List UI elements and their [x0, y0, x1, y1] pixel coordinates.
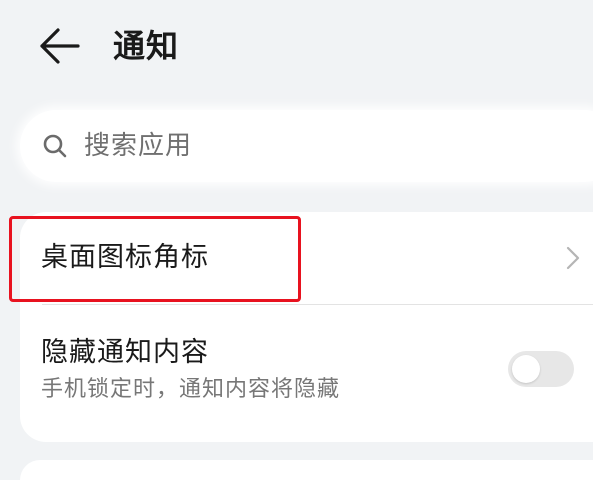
desktop-icon-badge-label: 桌面图标角标 — [41, 242, 209, 273]
hide-notification-content-title: 隐藏通知内容 — [41, 337, 209, 368]
settings-card: 桌面图标角标 隐藏通知内容 手机锁定时，通知内容将隐藏 — [9, 212, 593, 442]
search-bar[interactable]: 搜索应用 — [20, 110, 593, 182]
toggle-knob — [512, 355, 540, 383]
back-button[interactable] — [36, 22, 88, 70]
hide-notification-content-row: 隐藏通知内容 手机锁定时，通知内容将隐藏 — [20, 305, 593, 442]
next-card-edge — [20, 460, 593, 480]
page-title: 通知 — [113, 27, 180, 65]
chevron-right-icon — [566, 246, 580, 270]
desktop-icon-badge-row[interactable]: 桌面图标角标 — [9, 212, 593, 304]
arrow-left-icon — [40, 28, 80, 64]
app-header: 通知 — [0, 0, 593, 95]
hide-notification-content-subtitle: 手机锁定时，通知内容将隐藏 — [41, 377, 341, 402]
search-input[interactable]: 搜索应用 — [84, 127, 192, 165]
search-icon — [42, 133, 68, 159]
hide-content-toggle[interactable] — [508, 351, 574, 387]
